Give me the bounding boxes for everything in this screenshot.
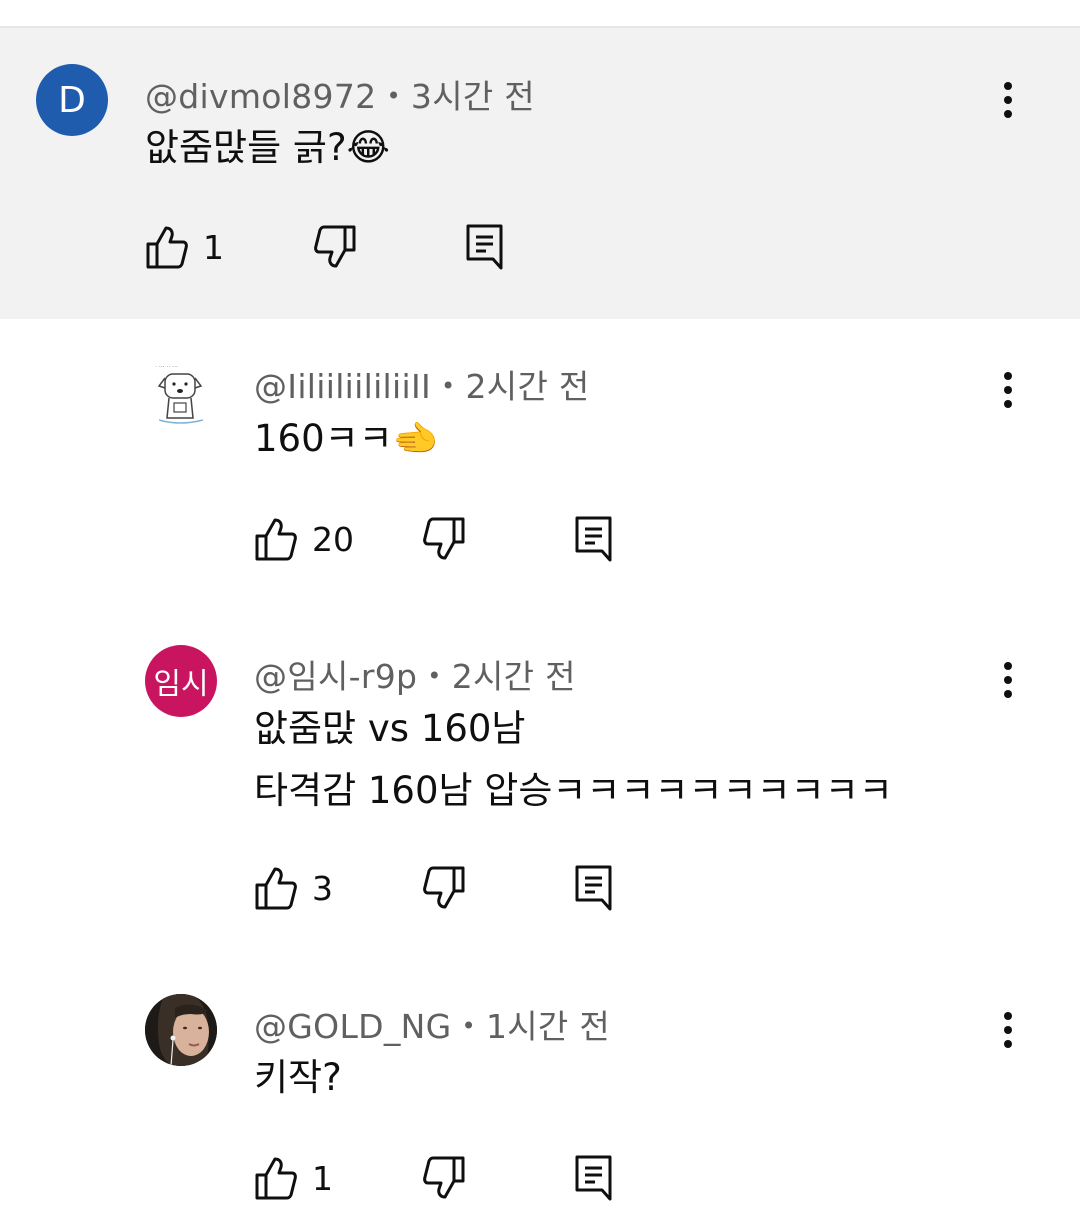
comment-time: 2시간 전 — [465, 367, 590, 406]
comment-line: 앖줌맍 vs 160남 — [254, 707, 526, 750]
more-vert-icon — [1004, 662, 1012, 698]
top-divider — [0, 0, 1080, 28]
author-handle[interactable]: @divmol8972 — [145, 77, 376, 116]
author-handle[interactable]: @GOLD_NG — [254, 1007, 452, 1046]
comment-meta: @IiliiliililiiII • 2시간 전 — [254, 360, 590, 408]
like-count: 3 — [312, 868, 333, 908]
meta-separator: • — [461, 1012, 476, 1040]
like-count: 1 — [203, 227, 224, 267]
reply-button[interactable] — [465, 222, 505, 272]
reply-button[interactable] — [574, 1153, 614, 1203]
like-count: 20 — [312, 519, 354, 559]
dislike-button[interactable] — [422, 863, 466, 913]
comment-meta: @임시-r9p • 2시간 전 — [254, 650, 576, 698]
comment-actions: 1 — [145, 222, 545, 272]
avatar[interactable] — [145, 994, 217, 1066]
more-vert-icon — [1004, 1012, 1012, 1048]
avatar[interactable]: D — [36, 64, 108, 136]
like-button[interactable]: 20 — [254, 514, 354, 564]
reply-comment-icon — [575, 516, 612, 562]
more-options-button[interactable] — [988, 365, 1028, 415]
comment-actions: 3 — [254, 863, 654, 913]
comment-text: 160ㅋㅋ🫲 — [254, 408, 439, 470]
comment-time: 3시간 전 — [410, 77, 535, 116]
more-vert-icon — [1004, 82, 1012, 118]
svg-text:· ··· ·· ···: · ··· ·· ··· — [155, 364, 178, 371]
reply-button[interactable] — [574, 514, 614, 564]
like-button[interactable]: 1 — [254, 1153, 333, 1203]
thumb-up-icon — [255, 518, 297, 561]
reply-comment-icon — [575, 1155, 612, 1201]
author-handle[interactable]: @IiliiliililiiII — [254, 367, 431, 406]
thumb-up-icon — [255, 1157, 297, 1200]
photo-avatar-image — [145, 994, 217, 1066]
like-button[interactable]: 1 — [145, 222, 224, 272]
like-button[interactable]: 3 — [254, 863, 333, 913]
comment-text: 앖줌맍 vs 160남 타격감 160남 압승ㅋㅋㅋㅋㅋㅋㅋㅋㅋㅋ — [254, 698, 893, 822]
comment-text: 키작? — [254, 1047, 342, 1109]
comment-meta: @divmol8972 • 3시간 전 — [145, 70, 535, 118]
comment-actions: 20 — [254, 514, 654, 564]
more-options-button[interactable] — [988, 75, 1028, 125]
meta-separator: • — [441, 372, 456, 400]
avatar-letter: D — [58, 79, 86, 121]
thumb-down-icon — [423, 866, 465, 909]
meta-separator: • — [427, 662, 442, 690]
comment-actions: 1 — [254, 1153, 654, 1203]
author-handle[interactable]: @임시-r9p — [254, 657, 417, 696]
reply-comment-icon — [575, 865, 612, 911]
comment-time: 2시간 전 — [451, 657, 576, 696]
thumb-down-icon — [314, 225, 356, 268]
avatar-letter: 임시 — [153, 667, 209, 702]
dislike-button[interactable] — [313, 222, 357, 272]
more-options-button[interactable] — [988, 1005, 1028, 1055]
comments-page: D @divmol8972 • 3시간 전 앖줌맍들 긁?😂 1 · ··· ·… — [0, 0, 1080, 1231]
avatar[interactable]: · ··· ·· ··· — [145, 356, 217, 428]
thumb-up-icon — [146, 226, 188, 269]
like-count: 1 — [312, 1158, 333, 1198]
comment-line: 키작? — [254, 1056, 342, 1099]
thumb-up-icon — [255, 867, 297, 910]
thumb-down-icon — [423, 517, 465, 560]
thumb-down-icon — [423, 1156, 465, 1199]
more-options-button[interactable] — [988, 655, 1028, 705]
dislike-button[interactable] — [422, 514, 466, 564]
comment-time: 1시간 전 — [485, 1007, 611, 1046]
reply-button[interactable] — [574, 863, 614, 913]
reply-comment-icon — [466, 224, 503, 270]
comment-line: 160ㅋㅋ🫲 — [254, 417, 439, 460]
comment-line: 타격감 160남 압승ㅋㅋㅋㅋㅋㅋㅋㅋㅋㅋ — [254, 769, 893, 812]
avatar[interactable]: 임시 — [145, 645, 217, 717]
more-vert-icon — [1004, 372, 1012, 408]
sketch-avatar-image: · ··· ·· ··· — [155, 364, 204, 424]
comment-text: 앖줌맍들 긁?😂 — [145, 117, 390, 179]
comment-meta: @GOLD_NG • 1시간 전 — [254, 1000, 610, 1048]
dislike-button[interactable] — [422, 1153, 466, 1203]
meta-separator: • — [386, 82, 401, 110]
comment-line: 앖줌맍들 긁?😂 — [145, 126, 390, 169]
